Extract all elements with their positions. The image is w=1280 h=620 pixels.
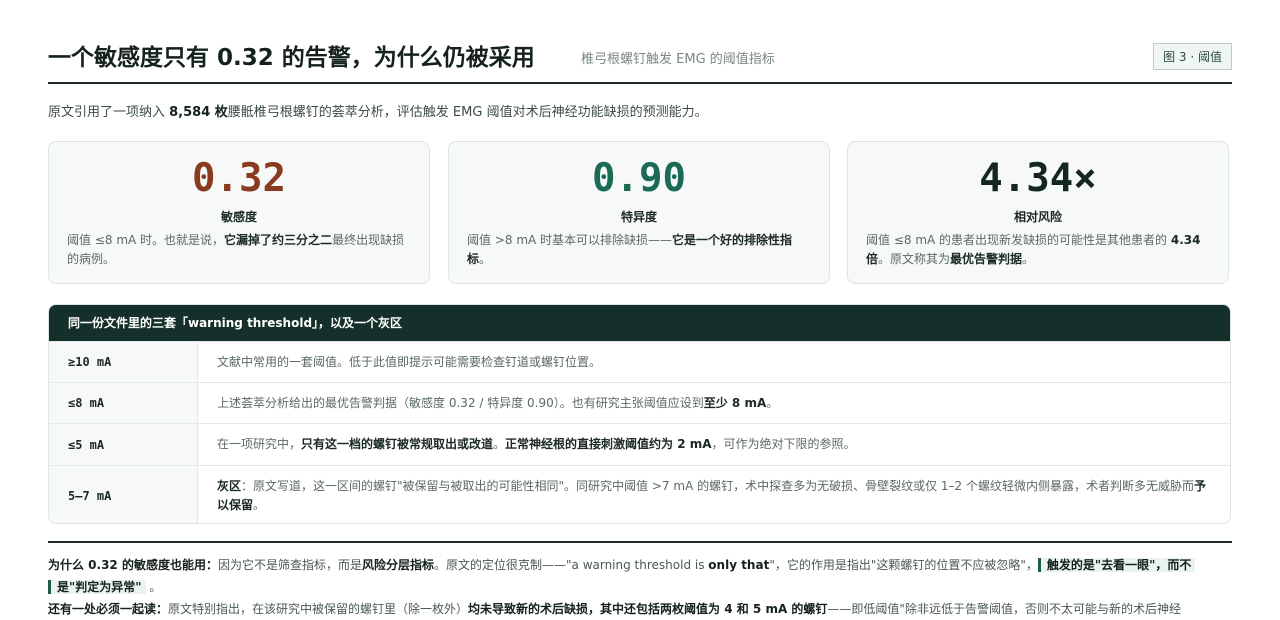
intro-text: 原文引用了一项纳入 8,584 枚腰骶椎弓根螺钉的荟萃分析，评估触发 EMG 阈… — [48, 101, 708, 120]
metric-label: 敏感度 — [220, 210, 257, 224]
metric-label: 相对风险 — [1013, 210, 1062, 224]
threshold-key: ≤5 mA — [49, 424, 198, 465]
footer-paragraph-note: 还有一处必须一起读：原文特别指出，在该研究中被保留的螺钉里（除一枚外）均未导致新… — [48, 602, 1181, 616]
table-row: ≥10 mA 文献中常用的一套阈值。低于此值即提示可能需要检查钉道或螺钉位置。 — [49, 341, 1230, 382]
metric-description: 阈值 ≤8 mA 的患者出现新发缺损的可能性是其他患者的 4.34 倍。原文称其… — [866, 233, 1201, 266]
footer-paragraph-why: 为什么 0.32 的敏感度也能用：因为它不是筛查指标，而是风险分层指标。原文的定… — [48, 554, 1218, 598]
intro-count: 8,584 枚 — [169, 105, 228, 120]
metric-card-sensitivity: 0.32 敏感度 阈值 ≤8 mA 时。也就是说，它漏掉了约三分之二最终出现缺损… — [48, 141, 430, 284]
metric-description: 阈值 ≤8 mA 时。也就是说，它漏掉了约三分之二最终出现缺损的病例。 — [67, 233, 405, 266]
intro-suffix: 腰骶椎弓根螺钉的荟萃分析，评估触发 EMG 阈值对术后神经功能缺损的预测能力。 — [227, 105, 708, 120]
metric-label: 特异度 — [620, 210, 657, 224]
threshold-key: ≥10 mA — [49, 342, 198, 382]
threshold-description: 灰区：原文写道，这一区间的螺钉"被保留与被取出的可能性相同"。同研究中阈值 >7… — [217, 479, 1207, 512]
metric-card-specificity: 0.90 特异度 阈值 >8 mA 时基本可以排除缺损——它是一个好的排除性指标… — [448, 141, 830, 284]
table-row: 5–7 mA 灰区：原文写道，这一区间的螺钉"被保留与被取出的可能性相同"。同研… — [49, 465, 1230, 523]
threshold-description: 文献中常用的一套阈值。低于此值即提示可能需要检查钉道或螺钉位置。 — [217, 354, 602, 369]
threshold-key: ≤8 mA — [49, 383, 198, 423]
highlight-quote: 触发的是"去看一眼"，而不 — [1037, 558, 1196, 572]
intro-prefix: 原文引用了一项纳入 — [48, 105, 170, 120]
metric-value: 0.32 — [192, 156, 286, 201]
table-row: ≤5 mA 在一项研究中，只有这一档的螺钉被常规取出或改道。正常神经根的直接刺激… — [49, 423, 1230, 465]
figure-tag: 图 3 · 阈值 — [1153, 43, 1232, 70]
footer-divider — [48, 541, 1232, 543]
page-subtitle: 椎弓根螺钉触发 EMG 的阈值指标 — [581, 52, 775, 67]
table-heading: 同一份文件里的三套「warning threshold」，以及一个灰区 — [49, 305, 1230, 341]
highlight-quote-continued: 是"判定为异常" — [48, 580, 146, 594]
page-title: 一个敏感度只有 0.32 的告警，为什么仍被采用 — [48, 45, 535, 71]
threshold-key: 5–7 mA — [49, 466, 198, 523]
metric-value: 4.34× — [979, 156, 1097, 201]
threshold-description: 上述荟萃分析给出的最优告警判据（敏感度 0.32 / 特异度 0.90）。也有研… — [217, 395, 779, 410]
page: 一个敏感度只有 0.32 的告警，为什么仍被采用 椎弓根螺钉触发 EMG 的阈值… — [0, 0, 1280, 620]
table-row: ≤8 mA 上述荟萃分析给出的最优告警判据（敏感度 0.32 / 特异度 0.9… — [49, 382, 1230, 423]
metric-description: 阈值 >8 mA 时基本可以排除缺损——它是一个好的排除性指标。 — [467, 233, 793, 266]
page-header: 一个敏感度只有 0.32 的告警，为什么仍被采用 椎弓根螺钉触发 EMG 的阈值… — [48, 36, 1232, 84]
threshold-description: 在一项研究中，只有这一档的螺钉被常规取出或改道。正常神经根的直接刺激阈值约为 2… — [217, 437, 856, 451]
threshold-table: 同一份文件里的三套「warning threshold」，以及一个灰区 ≥10 … — [48, 304, 1231, 524]
metric-value: 0.90 — [592, 156, 686, 201]
metric-card-relative-risk: 4.34× 相对风险 阈值 ≤8 mA 的患者出现新发缺损的可能性是其他患者的 … — [847, 141, 1229, 284]
